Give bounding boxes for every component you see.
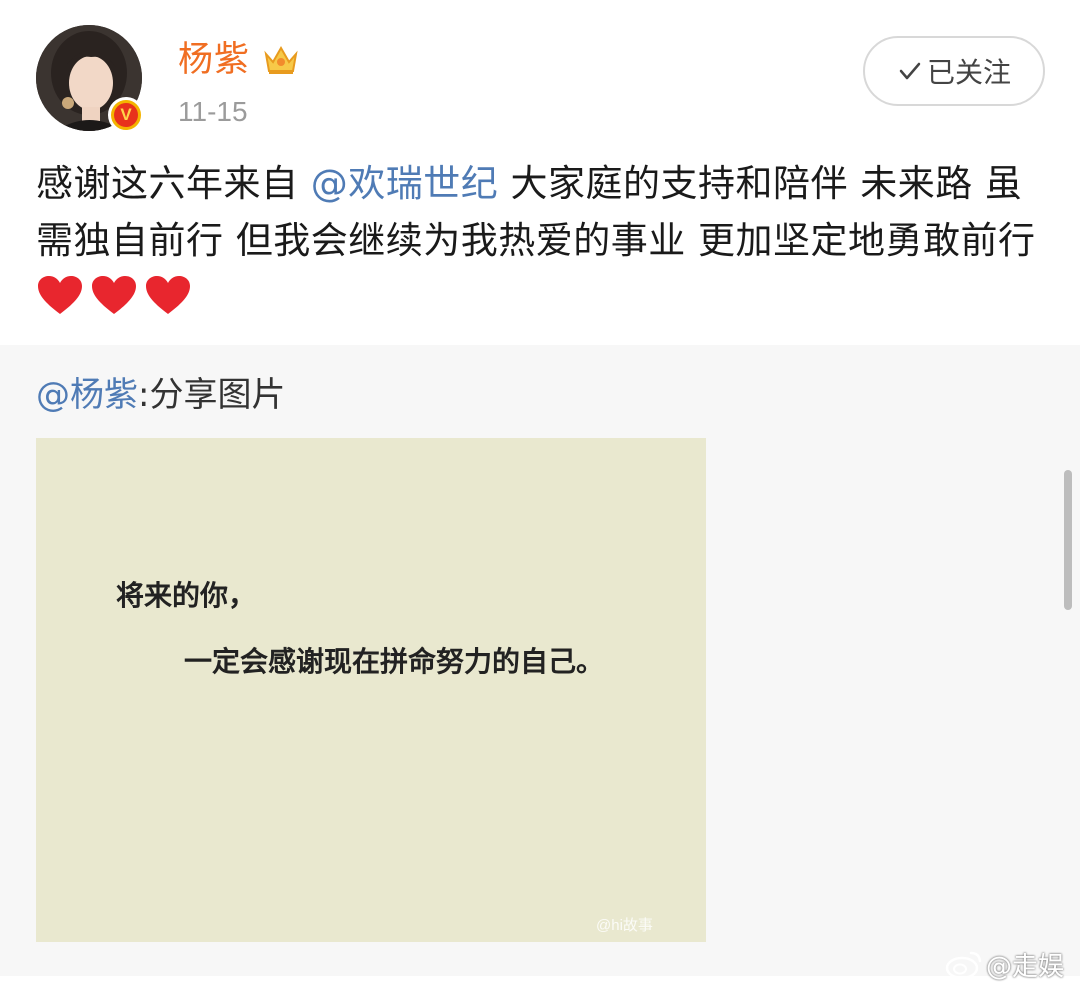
- image-watermark: @hi故事: [596, 917, 653, 934]
- follow-button-label: 已关注: [926, 56, 1011, 89]
- heart-icon: [38, 276, 82, 314]
- mention-link[interactable]: @欢瑞世纪: [311, 162, 499, 205]
- post-date: 11-15: [178, 96, 248, 127]
- username[interactable]: 杨紫: [178, 38, 250, 82]
- post-text: 感谢这六年来自 @欢瑞世纪 大家庭的支持和陪伴 未来路 虽需独自前行 但我会继续…: [36, 155, 1046, 326]
- post-header: V 杨紫 11-15 已关注: [0, 0, 1080, 150]
- heart-icon: [92, 276, 136, 314]
- check-icon: [899, 62, 921, 80]
- repost-box[interactable]: @杨紫:分享图片 将来的你， 一定会感谢现在拼命努力的自己。 @hi故事: [0, 345, 1080, 976]
- shared-image[interactable]: 将来的你， 一定会感谢现在拼命努力的自己。 @hi故事: [36, 438, 706, 942]
- verified-badge-label: V: [114, 103, 138, 127]
- post-text-before: 感谢这六年来自: [36, 162, 311, 205]
- verified-badge-icon: V: [108, 97, 144, 133]
- repost-text: :分享图片: [138, 375, 286, 415]
- crown-icon: [264, 45, 298, 74]
- footer-watermark: @走娱: [944, 946, 1064, 982]
- weibo-icon: [945, 951, 982, 980]
- scrollbar[interactable]: [1064, 470, 1072, 610]
- repost-mention-link[interactable]: @杨紫: [36, 375, 138, 415]
- image-text-line1: 将来的你，: [116, 579, 257, 612]
- follow-button[interactable]: 已关注: [863, 36, 1045, 106]
- repost-line: @杨紫:分享图片: [36, 373, 285, 417]
- heart-icon: [146, 276, 190, 314]
- image-text-line2: 一定会感谢现在拼命努力的自己。: [184, 645, 605, 678]
- footer-watermark-text: @走娱: [986, 951, 1065, 982]
